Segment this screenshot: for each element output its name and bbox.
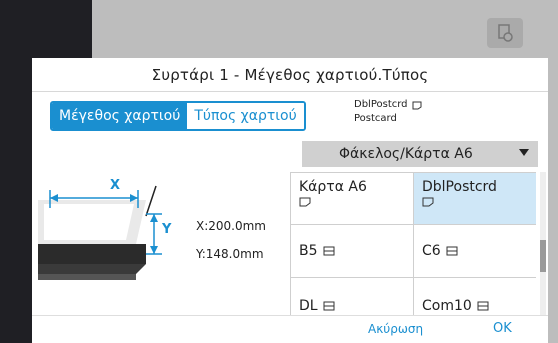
job-status-icon[interactable] [487, 18, 523, 48]
background-right-edge [548, 0, 558, 343]
tab-paper-size[interactable]: Μέγεθος χαρτιού [52, 103, 188, 129]
current-paper-size: DblPostcrd [354, 99, 408, 110]
paper-size-option[interactable]: B5 [290, 224, 413, 277]
paper-size-label: B5 [299, 243, 318, 259]
paper-category-dropdown[interactable]: Φάκελος/Κάρτα A6 [302, 141, 538, 167]
paper-size-label: DL [299, 298, 318, 314]
dimension-x-value: X:200.0mm [196, 219, 266, 233]
ok-button[interactable]: OK [493, 321, 512, 336]
dropdown-arrow-icon [519, 149, 529, 156]
paper-size-label: Κάρτα A6 [299, 179, 367, 195]
envelope-landscape-icon [446, 246, 458, 256]
grid-scrollbar[interactable] [540, 172, 546, 315]
y-axis-label: Y [162, 222, 172, 237]
tab-paper-type[interactable]: Τύπος χαρτιού [187, 103, 304, 129]
dialog-footer: Ακύρωση OK [32, 315, 548, 343]
postcard-icon [299, 197, 311, 207]
dialog-title: Συρτάρι 1 - Μέγεθος χαρτιού.Τύπος [32, 58, 548, 92]
postcard-icon [422, 197, 434, 207]
current-paper-type: Postcard [354, 113, 397, 124]
paper-size-label: C6 [422, 243, 441, 259]
current-paper-info: DblPostcrd Postcard [354, 98, 422, 126]
scrollbar-thumb[interactable] [540, 240, 546, 272]
paper-size-option[interactable]: DblPostcrd [413, 172, 536, 224]
paper-diagram-panel: X Y X:200.0mm Y:148.0mm [32, 172, 290, 315]
paper-settings-dialog: Συρτάρι 1 - Μέγεθος χαρτιού.Τύπος Μέγεθο… [32, 58, 548, 343]
paper-size-option[interactable]: C6 [413, 224, 536, 277]
paper-size-grid: Κάρτα A6 DblPostcrd B5 C6 DL Com10 [290, 172, 538, 329]
dimension-y-value: Y:148.0mm [196, 247, 264, 261]
tab-group: Μέγεθος χαρτιού Τύπος χαρτιού [50, 101, 306, 131]
paper-size-option[interactable]: Κάρτα A6 [290, 172, 413, 224]
x-axis-label: X [110, 178, 121, 193]
cancel-button[interactable]: Ακύρωση [368, 322, 423, 336]
paper-size-label: DblPostcrd [422, 179, 497, 195]
envelope-landscape-icon [323, 301, 335, 311]
dropdown-value: Φάκελος/Κάρτα A6 [339, 146, 473, 162]
paper-size-label: Com10 [422, 298, 472, 314]
envelope-landscape-icon [477, 301, 489, 311]
postcard-icon [412, 101, 422, 109]
envelope-landscape-icon [323, 246, 335, 256]
